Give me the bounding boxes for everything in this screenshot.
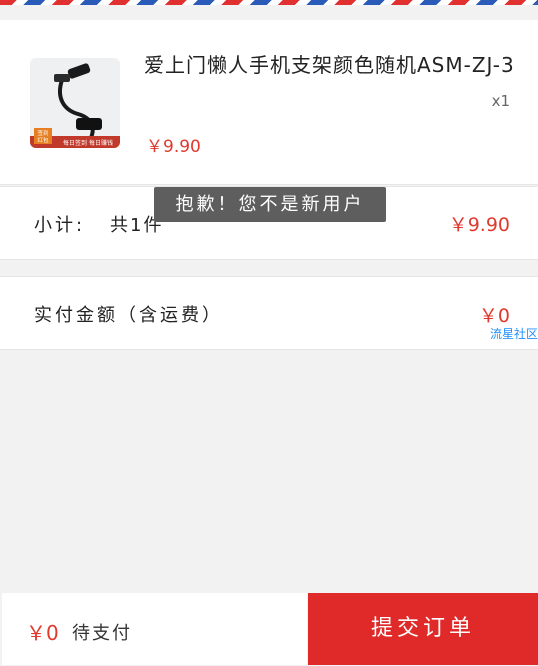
product-thumbnail[interactable]: 签到 红包 每日签到 每日赚钱 xyxy=(30,58,120,148)
product-card[interactable]: 签到 红包 每日签到 每日赚钱 爱上门懒人手机支架颜色随机ASM-ZJ-3 x1… xyxy=(0,20,538,185)
thumb-badge-line2: 红包 xyxy=(37,136,49,144)
subtotal-amount: ￥9.90 xyxy=(448,214,510,236)
payable-row: 实付金额（含运费） ￥0 流星社区 xyxy=(0,276,538,350)
product-quantity: x1 xyxy=(491,92,510,110)
thumb-caption: 每日签到 每日赚钱 xyxy=(63,139,113,147)
thumb-badge-line1: 签到 xyxy=(37,129,48,137)
product-price: ￥9.90 xyxy=(146,137,201,157)
toast-message: 抱歉！您不是新用户 xyxy=(154,187,386,222)
footer-amount: ￥0 xyxy=(26,621,59,645)
product-title[interactable]: 爱上门懒人手机支架颜色随机ASM-ZJ-3 xyxy=(144,50,516,80)
watermark: 流星社区 xyxy=(489,327,538,341)
phone-holder-image: 签到 红包 每日签到 每日赚钱 xyxy=(30,58,120,148)
payable-label: 实付金额（含运费） xyxy=(34,305,223,326)
payment-status: 待支付 xyxy=(72,623,132,644)
subtotal-label: 小计: xyxy=(34,215,86,236)
submit-order-button[interactable]: 提交订单 xyxy=(308,593,538,665)
airmail-stripe xyxy=(0,0,538,5)
payable-amount: ￥0 xyxy=(478,305,510,327)
footer-summary: ￥0 待支付 xyxy=(2,593,307,665)
